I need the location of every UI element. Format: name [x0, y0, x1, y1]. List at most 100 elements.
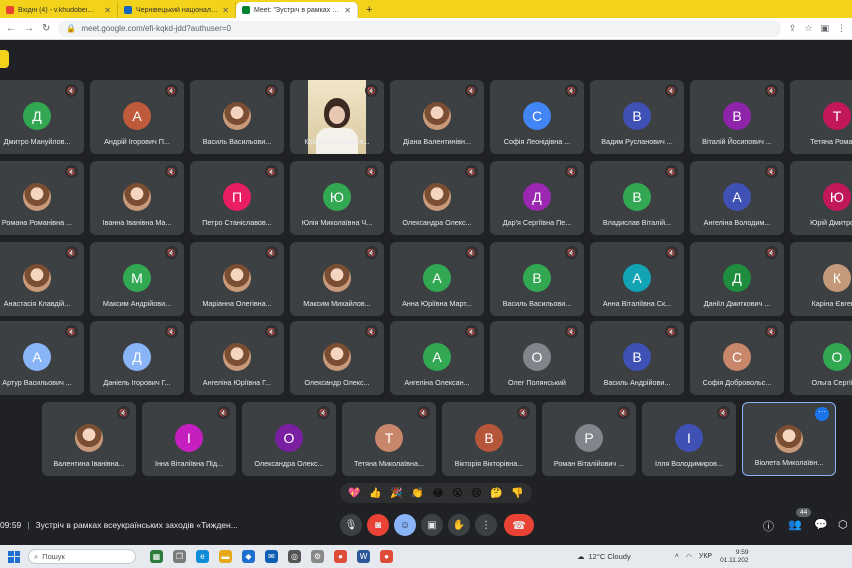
participant-tile[interactable]: 🔇 Маріанна Олегівна...	[190, 242, 284, 316]
reaction-emoji[interactable]: 🤔	[490, 488, 502, 499]
participant-tile[interactable]: 🔇 Крістіна Михайлів...	[290, 80, 384, 154]
participant-tile[interactable]: В 🔇 Вадим Русланович ...	[590, 80, 684, 154]
participant-tile[interactable]: 🔇 Максим Михайлов...	[290, 242, 384, 316]
more-options-button[interactable]: ⋮	[475, 514, 497, 536]
participant-tile[interactable]: І 🔇 Ілля Володимиров...	[642, 402, 736, 476]
reaction-emoji[interactable]: 😂	[432, 488, 444, 499]
participant-tile[interactable]: Т 🔇 Тетяна Миколаївна...	[342, 402, 436, 476]
close-icon[interactable]: ✕	[104, 6, 111, 15]
reactions-button[interactable]: ☺	[394, 514, 416, 536]
present-button[interactable]: ▣	[421, 514, 443, 536]
forward-icon[interactable]: →	[24, 23, 34, 34]
browser-tab-2[interactable]: Meet: "Зустріч в рамках все... ✕	[236, 2, 358, 18]
reaction-emoji[interactable]: 👍	[369, 488, 381, 499]
browser-tab-0[interactable]: Вхідні (4) - v.khudobei@chnu...✕	[0, 2, 118, 18]
participant-tile[interactable]: К🔇Каріна Євгені...	[790, 242, 852, 316]
chat-icon[interactable]: 💬	[814, 518, 828, 531]
participant-tile[interactable]: С 🔇 Софія Леонідівна ...	[490, 80, 584, 154]
language-indicator[interactable]: УКР	[699, 553, 712, 560]
participant-tile[interactable]: ··· Віолета Миколаївн...	[742, 402, 836, 476]
participant-tile[interactable]: В 🔇 Василь Андрійови...	[590, 321, 684, 395]
leave-call-button[interactable]: ☎	[504, 514, 534, 536]
participant-tile[interactable]: 🔇 Олександра Олекс...	[390, 161, 484, 235]
reaction-emoji[interactable]: 😢	[471, 488, 481, 499]
participant-tile[interactable]: О 🔇 Олександра Олекс...	[242, 402, 336, 476]
participant-tile[interactable]: 🔇 Олександр Олекс...	[290, 321, 384, 395]
chevron-up-icon[interactable]: ˄	[675, 553, 679, 560]
participant-tile[interactable]: 🔇 Іванна Іванівна Ма...	[90, 161, 184, 235]
participant-tile[interactable]: 🔇 Ангеліна Юріївна Г...	[190, 321, 284, 395]
participant-tile[interactable]: А 🔇 Ангеліна Володим...	[690, 161, 784, 235]
wifi-icon[interactable]: ◠	[686, 553, 692, 561]
participant-tile[interactable]: 🔇 Діана Валентинівн...	[390, 80, 484, 154]
close-icon[interactable]: ✕	[222, 6, 229, 15]
settings-icon[interactable]: ⚙	[311, 550, 324, 563]
reload-icon[interactable]: ↻	[42, 23, 50, 34]
participant-tile[interactable]: 🔇 Валентина Іванівна...	[42, 402, 136, 476]
participant-tile[interactable]: Д 🔇 Даніель Ігорович Г...	[90, 321, 184, 395]
participant-tile[interactable]: О 🔇 Олег Полянський	[490, 321, 584, 395]
participant-tile[interactable]: Р 🔇 Роман Віталійович ...	[542, 402, 636, 476]
dell-icon[interactable]: ◎	[288, 550, 301, 563]
url-input[interactable]: 🔒 meet.google.com/efi-kqkd-jdd?authuser=…	[58, 20, 781, 37]
activities-icon[interactable]: ⬡	[838, 518, 848, 531]
mail-icon[interactable]: ✉	[265, 550, 278, 563]
participant-tile[interactable]: Д 🔇 Дмитро Мануйлов...	[0, 80, 84, 154]
raise-hand-button[interactable]: ✋	[448, 514, 470, 536]
participant-tile[interactable]: Д 🔇 Дар'я Сергіївна Пе...	[490, 161, 584, 235]
reaction-emoji[interactable]: 🎉	[390, 488, 402, 499]
menu-icon[interactable]: ⋮	[837, 23, 846, 34]
participant-name: Віолета Миколаївн...	[754, 458, 824, 467]
info-icon[interactable]: ⓘ	[763, 518, 774, 534]
back-icon[interactable]: ←	[6, 23, 16, 34]
browser-tab-1[interactable]: Чернівецький національний у...✕	[118, 2, 236, 18]
reaction-emoji[interactable]: 💖	[348, 488, 360, 499]
word-icon[interactable]: W	[357, 550, 370, 563]
participant-tile[interactable]: М 🔇 Максим Андрійови...	[90, 242, 184, 316]
participant-tile[interactable]: Д 🔇 Даніїл Дмиткович ...	[690, 242, 784, 316]
star-icon[interactable]: ☆	[804, 23, 812, 34]
side-panel-handle[interactable]	[0, 50, 9, 68]
participant-tile[interactable]: А 🔇 Анна Віталіївна Ск...	[590, 242, 684, 316]
chrome-icon[interactable]: ●	[334, 550, 347, 563]
widgets-icon[interactable]: ▦	[150, 550, 163, 563]
participant-tile[interactable]: І 🔇 Інна Віталіївна Під...	[142, 402, 236, 476]
reaction-emoji[interactable]: 👏	[411, 488, 423, 499]
camera-button[interactable]: ◙	[367, 514, 389, 536]
participant-tile[interactable]: А 🔇 Анна Юріївна Март...	[390, 242, 484, 316]
participant-tile[interactable]: С 🔇 Софія Добровольс...	[690, 321, 784, 395]
store-icon[interactable]: ◆	[242, 550, 255, 563]
participant-tile[interactable]: П 🔇 Петро Станіславов...	[190, 161, 284, 235]
more-options-icon[interactable]: ···	[815, 407, 829, 421]
people-icon[interactable]: 👥	[788, 518, 802, 531]
mic-button[interactable]: 🎙	[340, 514, 362, 536]
windows-start-icon[interactable]	[8, 550, 20, 563]
participant-tile[interactable]: В 🔇 Вікторія Вікторівна...	[442, 402, 536, 476]
tab-search-icon[interactable]: ▣	[820, 23, 829, 34]
participant-tile[interactable]: Т🔇Тетяна Романі...	[790, 80, 852, 154]
new-tab-button[interactable]: +	[358, 4, 380, 18]
file-explorer-icon[interactable]: ▬	[219, 550, 232, 563]
participant-tile[interactable]: 🔇 Анастасія Клавдій...	[0, 242, 84, 316]
participant-tile[interactable]: В 🔇 Василь Васильови...	[490, 242, 584, 316]
participant-tile[interactable]: А 🔇 Ангеліна Олексан...	[390, 321, 484, 395]
task-view-icon[interactable]: ❐	[173, 550, 186, 563]
chrome-icon-2[interactable]: ●	[380, 550, 393, 563]
participant-tile[interactable]: В 🔇 Віталій Йосипович ...	[690, 80, 784, 154]
close-icon[interactable]: ✕	[344, 6, 351, 15]
participant-tile[interactable]: В 🔇 Владислав Віталій...	[590, 161, 684, 235]
clock[interactable]: 9:59 01.11.202	[720, 549, 748, 565]
reaction-emoji[interactable]: 👎	[511, 488, 523, 499]
participant-tile[interactable]: 🔇 Василь Васильови...	[190, 80, 284, 154]
participant-tile[interactable]: А 🔇 Андрій Ігорович П...	[90, 80, 184, 154]
share-icon[interactable]: ⇪	[789, 23, 797, 34]
participant-tile[interactable]: Ю🔇Юрій Дмитров...	[790, 161, 852, 235]
edge-icon[interactable]: e	[196, 550, 209, 563]
participant-tile[interactable]: 🔇 Романа Романівна ...	[0, 161, 84, 235]
participant-tile[interactable]: А 🔇 Артур Васильович ...	[0, 321, 84, 395]
taskbar-search[interactable]: ⌕ Пошук	[28, 549, 136, 564]
reaction-emoji[interactable]: 😮	[452, 488, 462, 499]
weather-widget[interactable]: ☁ 12°C Cloudy	[577, 552, 631, 561]
participant-tile[interactable]: О🔇Ольга Сергіїв...	[790, 321, 852, 395]
participant-tile[interactable]: Ю 🔇 Юлія Миколаївна Ч...	[290, 161, 384, 235]
